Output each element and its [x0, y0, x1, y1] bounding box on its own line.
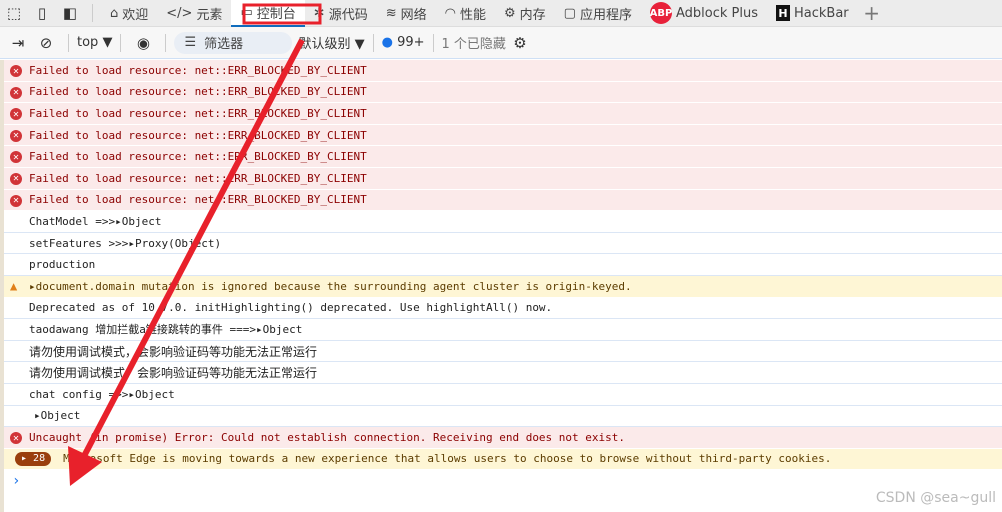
log-level-select[interactable]: 默认级别 ▼ — [298, 33, 364, 52]
error-icon: ✕ — [10, 86, 22, 99]
filter-icon: ☰ — [184, 35, 197, 50]
expand-object[interactable]: ▸Object — [115, 215, 161, 228]
settings-gear-icon[interactable]: ⚙ — [506, 29, 534, 56]
error-icon: ✕ — [10, 194, 22, 207]
error-row: ✕ Uncaught (in promise) Error: Could not … — [4, 427, 1002, 449]
log-row: setFeatures >>> ▸Proxy(Object) — [4, 233, 1002, 255]
log-row[interactable]: ▸ Object — [4, 406, 1002, 428]
error-icon: ✕ — [10, 108, 22, 121]
tab-memory[interactable]: ⚙ 内存 — [495, 0, 555, 27]
tab-console[interactable]: ▭ 控制台 — [231, 0, 305, 27]
inspect-icon[interactable]: ⬚ — [0, 0, 28, 27]
tab-network[interactable]: ≋ 网络 — [377, 0, 436, 27]
message-icon: ● — [381, 35, 393, 50]
warning-row[interactable]: ▲ ▸ document.domain mutation is ignored be… — [4, 275, 1002, 298]
wifi-icon: ≋ — [385, 5, 397, 21]
device-emulation-icon[interactable]: ▯ — [28, 0, 56, 27]
tab-performance[interactable]: ◠ 性能 — [436, 0, 495, 27]
caret-down-icon: ▼ — [102, 35, 113, 50]
expand-object[interactable]: ▸Object — [128, 388, 174, 401]
tab-adblock-plus[interactable]: ABP Adblock Plus — [641, 0, 767, 27]
log-row: 请勿使用调试模式，会影响验证码等功能无法正常运行 — [4, 341, 1002, 363]
caret-down-icon: ▼ — [354, 37, 365, 52]
chip-icon: ⚙ — [503, 5, 516, 21]
console-icon: ▭ — [240, 4, 253, 20]
live-expression-eye-icon[interactable]: ◉ — [129, 29, 157, 56]
tab-sources[interactable]: ✲ 源代码 — [305, 0, 377, 27]
error-row: ✕ Failed to load resource: net::ERR_BLOCK… — [4, 189, 1002, 212]
dock-icon[interactable]: ◧ — [56, 0, 84, 27]
log-row: 请勿使用调试模式，会影响验证码等功能无法正常运行 — [4, 362, 1002, 384]
add-tab-button[interactable]: + — [858, 0, 886, 27]
tab-hackbar[interactable]: H HackBar — [767, 0, 858, 27]
error-icon: ✕ — [10, 432, 22, 445]
repeat-count-badge: ▸ 28 — [15, 451, 52, 466]
expand-object[interactable]: ▸Proxy(Object) — [128, 237, 221, 250]
log-row: taodawang 增加拦截a链接跳转的事件 ===> ▸Object — [4, 319, 1002, 341]
log-row: chat config =>> ▸Object — [4, 384, 1002, 406]
context-select[interactable]: top ▼ — [77, 35, 112, 50]
devtools-tabbar: ⬚ ▯ ◧ ⌂ 欢迎 </> 元素 ▭ 控制台 ✲ 源代码 ≋ 网络 ◠ 性能 ⚙ 内存 ▢ 应… — [0, 0, 1002, 27]
console-toolbar: ⇥ ⊘ top ▼ ◉ ☰ 筛选器 默认级别 ▼ ● 99+ 1 个已隐藏 ⚙ — [0, 27, 1002, 59]
hackbar-icon: H — [775, 5, 790, 21]
watermark: CSDN @sea~gull — [875, 490, 996, 506]
error-row: ✕ Failed to load resource: net::ERR_BLOCK… — [4, 60, 1002, 82]
error-icon: ✕ — [10, 65, 22, 77]
console-output: ✕ Failed to load resource: net::ERR_BLOCK… — [0, 60, 1002, 512]
warning-icon: ▲ — [10, 278, 18, 293]
home-icon: ⌂ — [110, 5, 119, 21]
log-row: production — [4, 254, 1002, 276]
issues-button[interactable]: ● 99+ — [382, 35, 425, 50]
abp-icon: ABP — [650, 2, 672, 24]
sidebar-toggle-icon[interactable]: ⇥ — [4, 29, 32, 56]
error-icon: ✕ — [10, 172, 22, 185]
code-icon: </> — [166, 5, 193, 21]
log-row: ChatModel =>> ▸Object — [4, 211, 1002, 233]
error-row: ✕ Failed to load resource: net::ERR_BLOCK… — [4, 103, 1002, 125]
window-icon: ▢ — [563, 5, 576, 21]
tab-application[interactable]: ▢ 应用程序 — [555, 0, 641, 27]
expand-object[interactable]: ▸Object — [256, 323, 302, 336]
error-row: ✕ Failed to load resource: net::ERR_BLOCK… — [4, 167, 1002, 190]
error-row: ✕ Failed to load resource: net::ERR_BLOCK… — [4, 81, 1002, 104]
gauge-icon: ◠ — [444, 5, 456, 21]
error-row: ✕ Failed to load resource: net::ERR_BLOCK… — [4, 146, 1002, 168]
filter-input[interactable]: ☰ 筛选器 — [174, 31, 293, 54]
grouped-warning-row[interactable]: ▸ 28 Microsoft Edge is moving towards a n… — [4, 448, 1002, 471]
hidden-count: 1 个已隐藏 — [441, 37, 506, 52]
bug-icon: ✲ — [313, 5, 325, 21]
console-prompt[interactable]: › — [4, 470, 1002, 492]
error-icon: ✕ — [10, 151, 22, 164]
error-icon: ✕ — [10, 129, 22, 142]
clear-console-icon[interactable]: ⊘ — [32, 29, 60, 56]
log-row: Deprecated as of 10.7.0. initHighlightin… — [4, 298, 1002, 320]
tab-welcome[interactable]: ⌂ 欢迎 — [101, 0, 157, 27]
error-row: ✕ Failed to load resource: net::ERR_BLOCK… — [4, 124, 1002, 147]
tab-elements[interactable]: </> 元素 — [157, 0, 231, 27]
